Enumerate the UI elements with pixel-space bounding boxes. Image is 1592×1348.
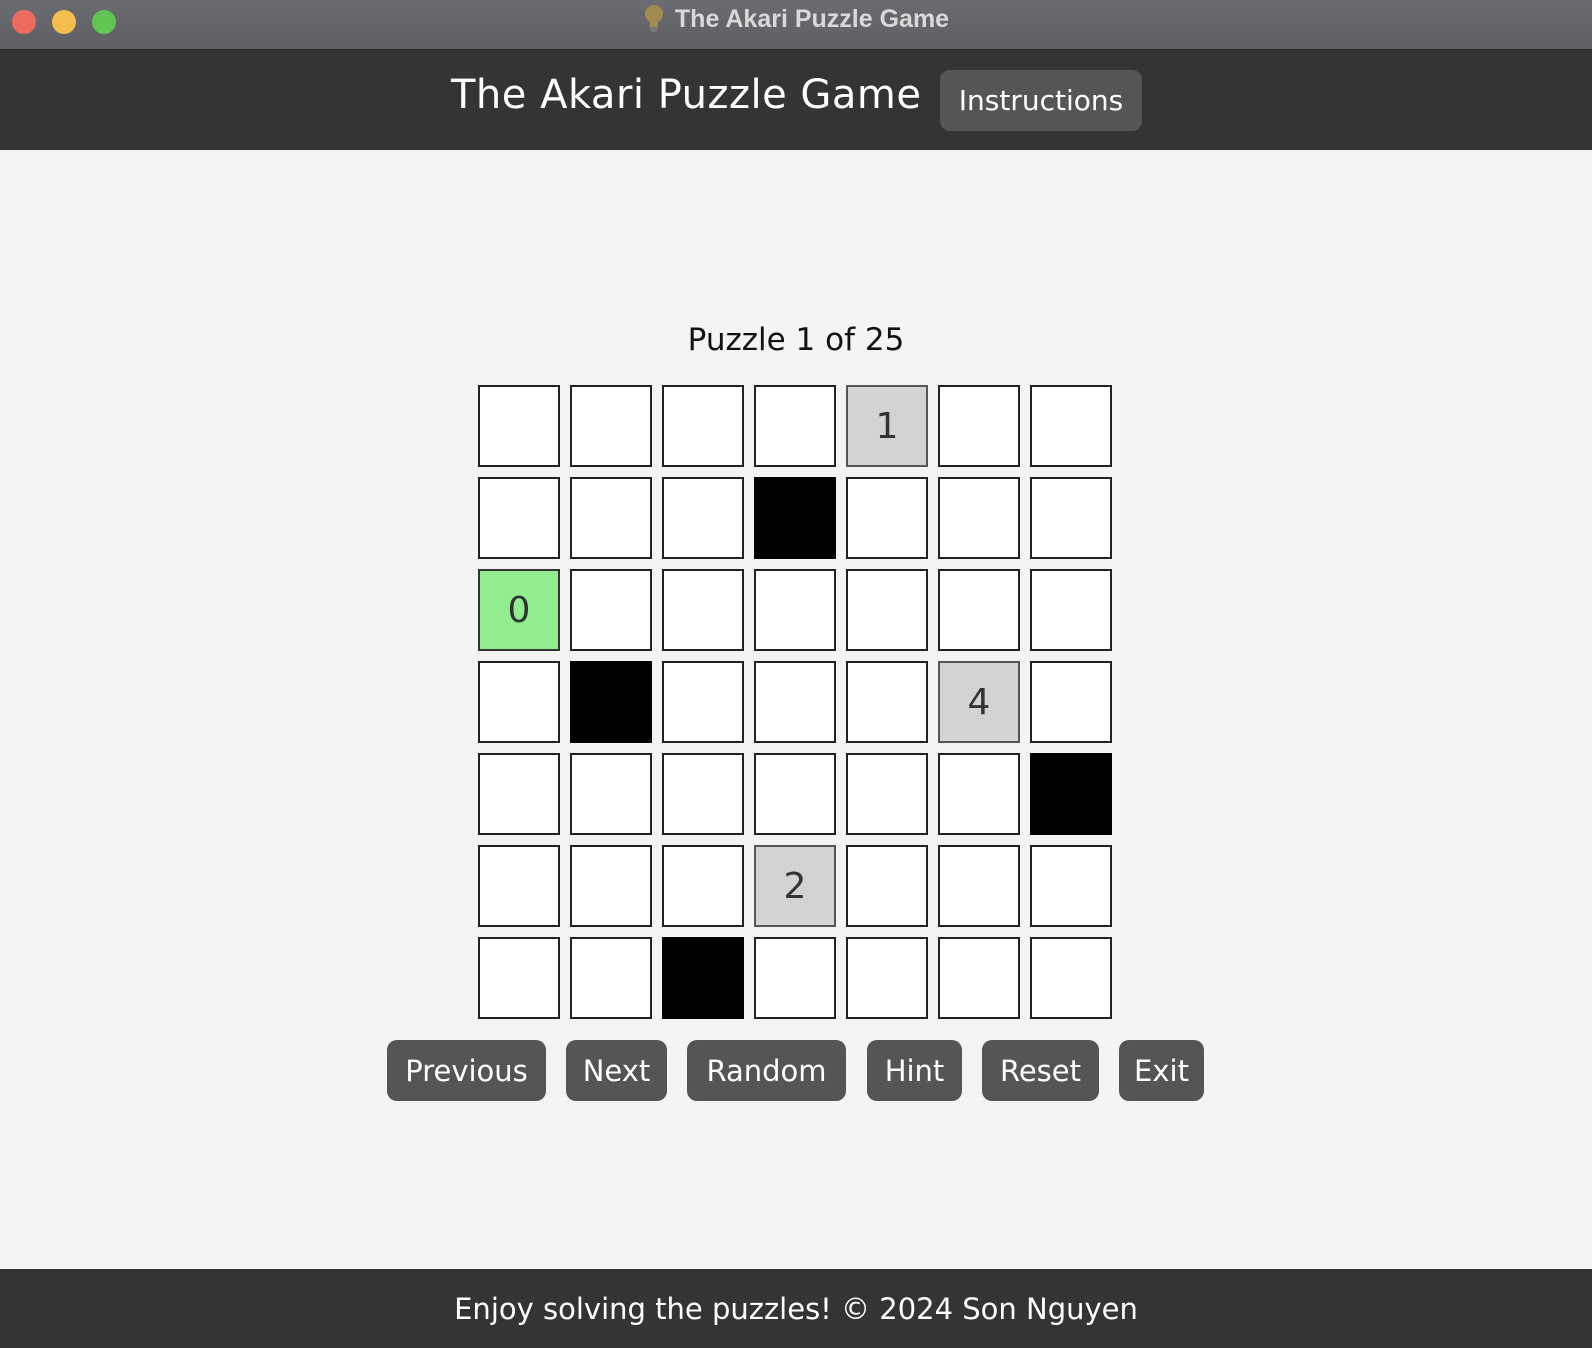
board-cell[interactable] (1030, 385, 1112, 467)
app-header: The Akari Puzzle Game Instructions (0, 50, 1592, 150)
footer: Enjoy solving the puzzles! © 2024 Son Ng… (0, 1269, 1592, 1348)
board-cell[interactable] (662, 477, 744, 559)
board-cell[interactable] (754, 661, 836, 743)
wall-cell (662, 937, 744, 1019)
app-window: The Akari Puzzle Game The Akari Puzzle G… (0, 0, 1592, 1348)
clue-cell: 1 (846, 385, 928, 467)
board-cell[interactable] (478, 385, 560, 467)
wall-cell (1030, 753, 1112, 835)
board-cell[interactable] (478, 937, 560, 1019)
exit-button[interactable]: Exit (1119, 1040, 1204, 1101)
clue-cell: 0 (478, 569, 560, 651)
board-cell[interactable] (1030, 845, 1112, 927)
clue-cell: 2 (754, 845, 836, 927)
board-cell[interactable] (662, 661, 744, 743)
board-cell[interactable] (846, 569, 928, 651)
board-cell[interactable] (1030, 477, 1112, 559)
board-cell[interactable] (478, 753, 560, 835)
board-cell[interactable] (938, 845, 1020, 927)
board-cell[interactable] (478, 477, 560, 559)
board-cell[interactable] (1030, 569, 1112, 651)
board-cell[interactable] (662, 753, 744, 835)
board-cell[interactable] (846, 753, 928, 835)
board-cell[interactable] (754, 569, 836, 651)
next-button[interactable]: Next (566, 1040, 667, 1101)
window-titlebar[interactable]: The Akari Puzzle Game (0, 0, 1592, 50)
board-cell[interactable] (846, 845, 928, 927)
lightbulb-icon (643, 4, 665, 34)
board-cell[interactable] (478, 845, 560, 927)
wall-cell (570, 661, 652, 743)
board-cell[interactable] (938, 753, 1020, 835)
reset-button[interactable]: Reset (982, 1040, 1099, 1101)
page-title: The Akari Puzzle Game (451, 72, 922, 118)
footer-text: Enjoy solving the puzzles! © 2024 Son Ng… (454, 1291, 1138, 1326)
board-cell[interactable] (570, 477, 652, 559)
hint-button[interactable]: Hint (867, 1040, 962, 1101)
board-cell[interactable] (938, 937, 1020, 1019)
board-cell[interactable] (570, 937, 652, 1019)
wall-cell (754, 477, 836, 559)
clue-number: 4 (967, 681, 991, 723)
board-cell[interactable] (938, 477, 1020, 559)
clue-cell: 4 (938, 661, 1020, 743)
board-cell[interactable] (662, 569, 744, 651)
board-cell[interactable] (938, 569, 1020, 651)
puzzle-counter: Puzzle 1 of 25 (687, 322, 905, 358)
board-cell[interactable] (1030, 937, 1112, 1019)
board-cell[interactable] (846, 937, 928, 1019)
board-cell[interactable] (754, 753, 836, 835)
board-cell[interactable] (938, 385, 1020, 467)
board-cell[interactable] (570, 385, 652, 467)
clue-number: 0 (507, 589, 531, 631)
board-cell[interactable] (754, 385, 836, 467)
board-cell[interactable] (570, 569, 652, 651)
board-cell[interactable] (754, 937, 836, 1019)
board-cell[interactable] (662, 845, 744, 927)
board-cell[interactable] (662, 385, 744, 467)
board-cell[interactable] (570, 845, 652, 927)
instructions-button[interactable]: Instructions (940, 70, 1142, 131)
clue-number: 2 (783, 865, 807, 907)
board-cell[interactable] (478, 661, 560, 743)
window-title-group: The Akari Puzzle Game (0, 0, 1592, 38)
previous-button[interactable]: Previous (387, 1040, 546, 1101)
random-button[interactable]: Random (687, 1040, 846, 1101)
window-title: The Akari Puzzle Game (674, 4, 950, 33)
board-cell[interactable] (570, 753, 652, 835)
board-cell[interactable] (846, 661, 928, 743)
board-cell[interactable] (846, 477, 928, 559)
clue-number: 1 (875, 405, 899, 447)
puzzle-board: 1 0 4 2 (478, 385, 1114, 1021)
board-cell[interactable] (1030, 661, 1112, 743)
